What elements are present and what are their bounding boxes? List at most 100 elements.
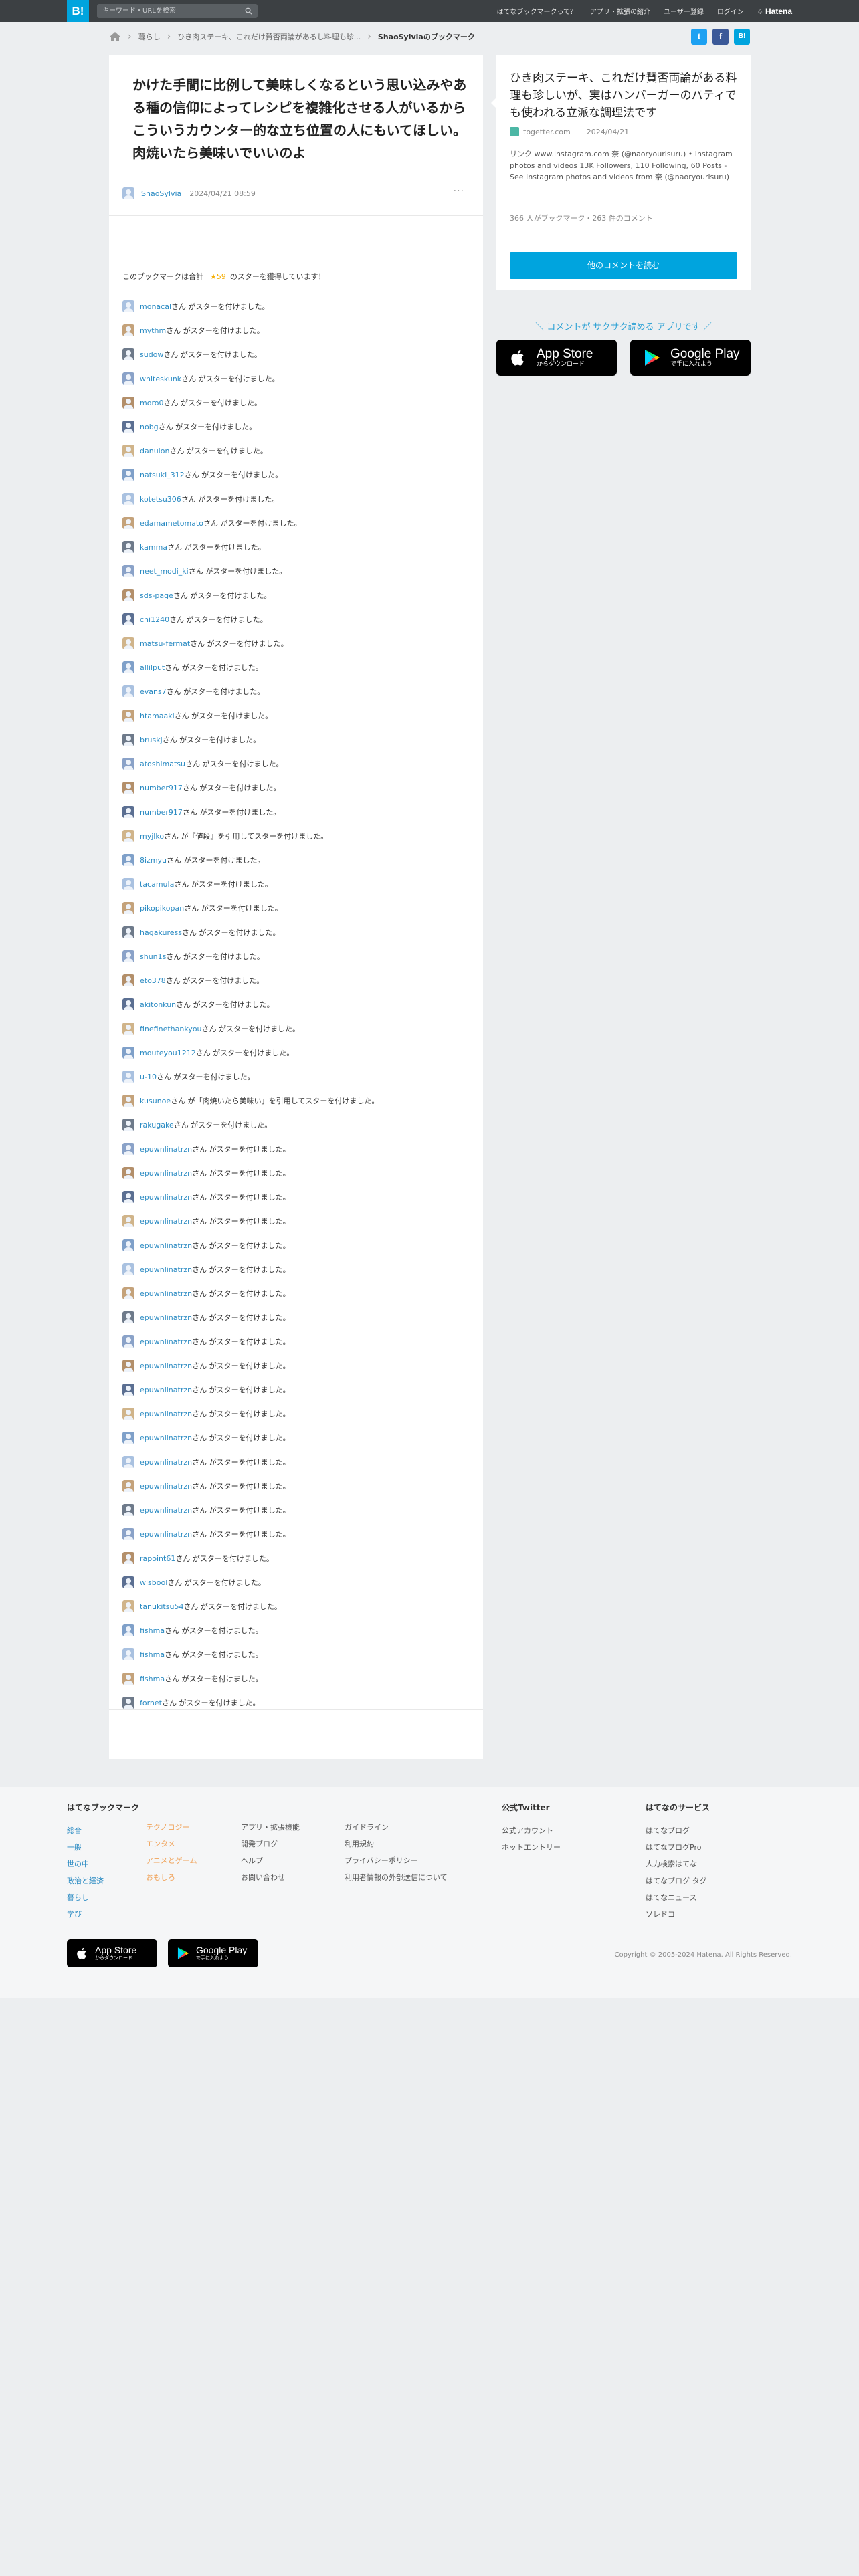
star-user-link[interactable]: fishma <box>140 1650 165 1659</box>
star-user-link[interactable]: fishma <box>140 1675 165 1683</box>
link-login[interactable]: ログイン <box>717 6 744 16</box>
footer-link[interactable]: 開発ブログ <box>241 1836 335 1852</box>
footer-link[interactable]: はてなブログ タグ <box>646 1872 779 1889</box>
star-user-link[interactable]: edamametomato <box>140 519 203 528</box>
star-user-link[interactable]: epuwnlinatrzn <box>140 1241 192 1250</box>
avatar[interactable] <box>122 1673 134 1685</box>
footer-link[interactable]: ホットエントリー <box>502 1839 602 1856</box>
avatar[interactable] <box>122 397 134 409</box>
avatar[interactable] <box>122 878 134 890</box>
avatar[interactable] <box>122 1432 134 1444</box>
bookmark-user-link[interactable]: ShaoSylvia <box>141 189 181 198</box>
star-user-link[interactable]: epuwnlinatrzn <box>140 1482 192 1491</box>
avatar[interactable] <box>122 1384 134 1396</box>
footer-category-link[interactable]: アニメとゲーム <box>146 1852 226 1869</box>
star-user-link[interactable]: sds-page <box>140 591 173 600</box>
star-user-link[interactable]: 8izmyu <box>140 856 167 865</box>
footer-category-link[interactable]: テクノロジー <box>146 1819 226 1836</box>
avatar[interactable] <box>122 1697 134 1709</box>
avatar[interactable] <box>122 734 134 746</box>
star-user-link[interactable]: htamaaki <box>140 712 175 720</box>
facebook-share-icon[interactable]: f <box>712 29 729 45</box>
avatar[interactable] <box>122 469 134 481</box>
star-user-link[interactable]: epuwnlinatrzn <box>140 1145 192 1154</box>
app-store-button[interactable]: App Store からダウンロード <box>496 340 617 376</box>
avatar[interactable] <box>122 1624 134 1636</box>
avatar[interactable] <box>122 950 134 962</box>
footer-category-link[interactable]: 世の中 <box>67 1856 140 1872</box>
avatar[interactable] <box>122 1335 134 1348</box>
footer-link[interactable]: 利用者情報の外部送信について <box>345 1869 498 1886</box>
avatar[interactable] <box>122 685 134 697</box>
footer-link[interactable]: はてなブログPro <box>646 1839 779 1856</box>
search-icon[interactable] <box>245 7 252 15</box>
avatar[interactable] <box>122 998 134 1010</box>
avatar[interactable] <box>122 1191 134 1203</box>
avatar[interactable] <box>122 854 134 866</box>
avatar[interactable] <box>122 1215 134 1227</box>
avatar[interactable] <box>122 1360 134 1372</box>
link-about[interactable]: はてなブックマークって？ <box>497 6 577 16</box>
avatar[interactable] <box>122 902 134 914</box>
footer-app-store-button[interactable]: App Store からダウンロード <box>67 1939 157 1967</box>
star-user-link[interactable]: tanukitsu54 <box>140 1602 183 1611</box>
twitter-share-icon[interactable]: t <box>691 29 707 45</box>
hatena-brand-link[interactable]: ♤ Hatena <box>757 7 792 16</box>
star-user-link[interactable]: neet_modi_ki <box>140 567 189 576</box>
avatar[interactable] <box>122 1143 134 1155</box>
footer-category-link[interactable]: 暮らし <box>67 1889 140 1906</box>
star-user-link[interactable]: mythm <box>140 326 166 335</box>
star-user-link[interactable]: hagakuress <box>140 928 182 937</box>
avatar[interactable] <box>122 1311 134 1323</box>
footer-link[interactable]: はてなブログ <box>646 1822 779 1839</box>
star-user-link[interactable]: chi1240 <box>140 615 169 624</box>
star-user-link[interactable]: shun1s <box>140 952 166 961</box>
avatar[interactable] <box>122 637 134 649</box>
footer-link[interactable]: 公式アカウント <box>502 1822 602 1839</box>
avatar[interactable] <box>122 661 134 673</box>
footer-link[interactable]: アプリ・拡張機能 <box>241 1819 335 1836</box>
footer-category-link[interactable]: 総合 <box>67 1822 140 1839</box>
footer-link[interactable]: 人力検索はてな <box>646 1856 779 1872</box>
star-user-link[interactable]: epuwnlinatrzn <box>140 1313 192 1322</box>
star-user-link[interactable]: evans7 <box>140 687 167 696</box>
star-user-link[interactable]: whiteskunk <box>140 374 181 383</box>
avatar[interactable] <box>122 1047 134 1059</box>
star-user-link[interactable]: epuwnlinatrzn <box>140 1434 192 1442</box>
avatar[interactable] <box>122 372 134 385</box>
avatar[interactable] <box>122 1408 134 1420</box>
star-user-link[interactable]: epuwnlinatrzn <box>140 1410 192 1418</box>
avatar[interactable] <box>122 517 134 529</box>
star-user-link[interactable]: epuwnlinatrzn <box>140 1530 192 1539</box>
star-user-link[interactable]: pikopikopan <box>140 904 184 913</box>
star-user-link[interactable]: kusunoe <box>140 1097 171 1105</box>
star-user-link[interactable]: wisbool <box>140 1578 167 1587</box>
star-user-link[interactable]: moro0 <box>140 399 163 407</box>
star-user-link[interactable]: epuwnlinatrzn <box>140 1506 192 1515</box>
star-user-link[interactable]: eto378 <box>140 976 166 985</box>
avatar[interactable] <box>122 493 134 505</box>
star-user-link[interactable]: myjlko <box>140 832 164 841</box>
star-user-link[interactable]: matsu-fermat <box>140 639 190 648</box>
footer-link[interactable]: プライバシーポリシー <box>345 1852 498 1869</box>
star-user-link[interactable]: u-10 <box>140 1073 157 1081</box>
footer-link[interactable]: 利用規約 <box>345 1836 498 1852</box>
avatar[interactable] <box>122 830 134 842</box>
avatar[interactable] <box>122 1119 134 1131</box>
footer-link[interactable]: はてなニュース <box>646 1889 779 1906</box>
star-user-link[interactable]: epuwnlinatrzn <box>140 1289 192 1298</box>
star-user-link[interactable]: kamma <box>140 543 167 552</box>
entry-title-link[interactable]: ひき肉ステーキ、これだけ賛否両論がある料理も珍しいが、実はハンバーガーのパティで… <box>510 70 741 122</box>
breadcrumb-category[interactable]: 暮らし <box>138 31 161 42</box>
star-user-link[interactable]: rakugake <box>140 1121 174 1130</box>
avatar[interactable] <box>122 445 134 457</box>
star-user-link[interactable]: epuwnlinatrzn <box>140 1193 192 1202</box>
star-user-link[interactable]: nobg <box>140 423 159 431</box>
entry-counts[interactable]: 366 人がブックマーク・263 件のコメント <box>510 213 653 223</box>
avatar[interactable] <box>122 1552 134 1564</box>
star-user-link[interactable]: akitonkun <box>140 1000 176 1009</box>
search-box[interactable] <box>97 4 258 18</box>
star-user-link[interactable]: epuwnlinatrzn <box>140 1337 192 1346</box>
more-menu-icon[interactable]: ··· <box>454 186 464 197</box>
star-user-link[interactable]: fishma <box>140 1626 165 1635</box>
